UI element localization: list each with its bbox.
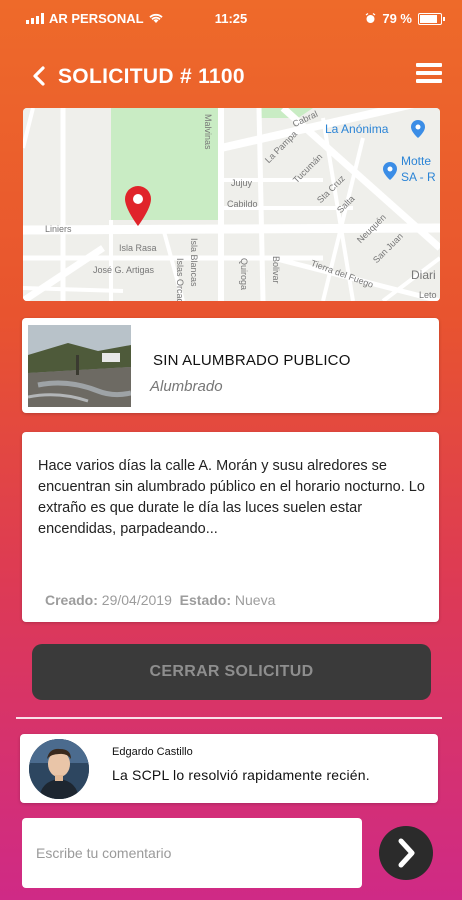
- map-street-label: Quiroga: [239, 258, 249, 291]
- avatar: [29, 739, 89, 799]
- close-request-button[interactable]: CERRAR SOLICITUD: [32, 644, 431, 700]
- status-bar: AR PERSONAL 11:25 79 %: [0, 0, 462, 36]
- place-marker-icon: [411, 120, 425, 138]
- map-street-label: Isla Blancas: [189, 238, 199, 287]
- page-title: SOLICITUD # 1100: [58, 65, 245, 88]
- map-street-label: Leto: [419, 290, 437, 300]
- place-marker-icon: [383, 162, 397, 180]
- location-pin-icon: [125, 186, 151, 226]
- chevron-right-icon: [398, 838, 415, 868]
- alarm-icon: [365, 13, 376, 23]
- section-divider: [16, 717, 442, 719]
- battery-percent: 79 %: [382, 11, 412, 26]
- map-street-label: Bolivar: [271, 256, 281, 284]
- chevron-left-icon[interactable]: [30, 64, 50, 88]
- issue-photo: [28, 325, 131, 407]
- status-value: Nueva: [234, 592, 276, 608]
- send-button[interactable]: [379, 826, 433, 880]
- map-street-label: Liniers: [45, 224, 72, 234]
- hamburger-menu-icon[interactable]: [416, 63, 442, 85]
- description-card: Hace varios días la calle A. Morán y sus…: [22, 432, 439, 622]
- map-street-label: José G. Artigas: [93, 265, 155, 275]
- map-place-label: La Anónima: [325, 122, 389, 136]
- map-street-label: Jujuy: [231, 178, 253, 188]
- created-label: Creado:: [45, 592, 98, 608]
- category-card[interactable]: SIN ALUMBRADO PUBLICO Alumbrado: [22, 318, 439, 413]
- comment-author: Edgardo Castillo: [112, 746, 193, 758]
- comment-text: La SCPL lo resolvió rapidamente recién.: [112, 767, 370, 783]
- description-text: Hace varios días la calle A. Morán y sus…: [38, 458, 425, 537]
- map-place-label: Motte: [401, 154, 432, 168]
- created-value: 29/04/2019: [101, 592, 172, 608]
- category-subtitle: Alumbrado: [150, 378, 223, 395]
- map-street-label: Isla Rasa: [119, 243, 157, 253]
- status-right: 79 %: [365, 11, 445, 26]
- map-street-label: Diari: [411, 268, 436, 282]
- category-title: SIN ALUMBRADO PUBLICO: [153, 352, 351, 369]
- location-map[interactable]: Liniers Isla Rasa José G. Artigas Isla B…: [23, 108, 440, 301]
- map-street-label: Malvinas: [203, 114, 213, 150]
- map-place-label: SA - R: [401, 170, 436, 184]
- app-header: SOLICITUD # 1100: [0, 55, 462, 99]
- request-meta: Creado: 29/04/2019 Estado: Nueva: [45, 592, 275, 608]
- map-street-label: Islas Orcadas: [175, 258, 185, 301]
- comment-item: Edgardo Castillo La SCPL lo resolvió rap…: [20, 734, 438, 803]
- battery-icon: [418, 12, 445, 25]
- comment-input[interactable]: [22, 818, 362, 888]
- map-street-label: Cabildo: [227, 199, 258, 209]
- status-label: Estado:: [179, 592, 231, 608]
